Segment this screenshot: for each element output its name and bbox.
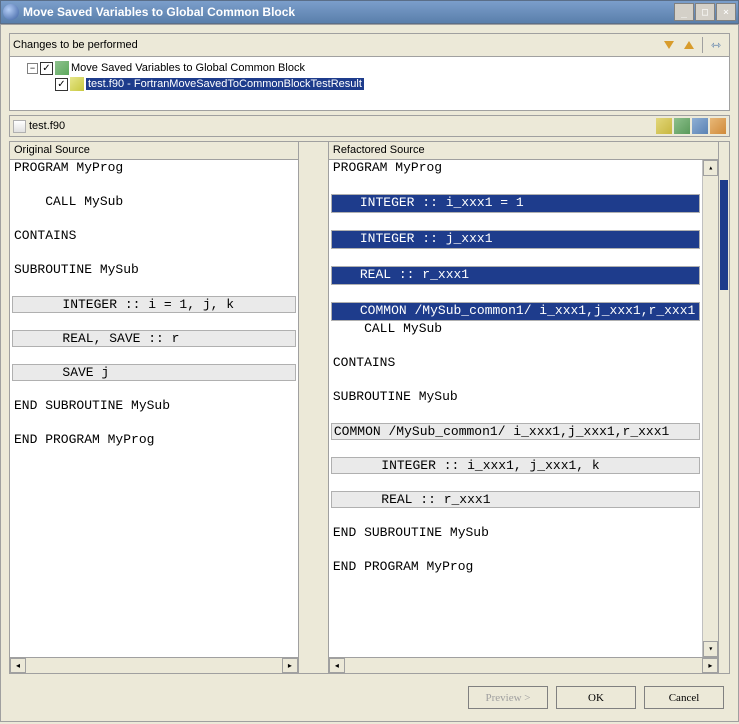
scroll-down-icon[interactable]: ▾ xyxy=(703,641,718,657)
close-button[interactable]: × xyxy=(716,3,736,21)
diff-block: INTEGER :: j_xxx1 xyxy=(331,230,700,249)
change-icon xyxy=(55,61,69,75)
compare-icon-2[interactable] xyxy=(674,118,690,134)
code-line: CALL MySub xyxy=(10,194,298,211)
compare-icon-1[interactable] xyxy=(656,118,672,134)
changes-heading: Changes to be performed xyxy=(13,39,659,51)
scroll-left-icon[interactable]: ◂ xyxy=(329,658,345,673)
scroll-up-icon[interactable]: ▴ xyxy=(703,160,718,176)
original-pane: Original Source PROGRAM MyProg CALL MySu… xyxy=(9,141,299,674)
changes-header: Changes to be performed xyxy=(10,34,729,56)
window-title: Move Saved Variables to Global Common Bl… xyxy=(23,5,674,19)
diff-block: COMMON /MySub_common1/ i_xxx1,j_xxx1,r_x… xyxy=(331,423,700,440)
diff-block: COMMON /MySub_common1/ i_xxx1,j_xxx1,r_x… xyxy=(331,302,700,321)
button-row: Preview > OK Cancel xyxy=(9,678,730,713)
scroll-right-icon[interactable]: ▸ xyxy=(702,658,718,673)
vertical-scrollbar[interactable]: ▴ ▾ xyxy=(702,160,718,657)
diff-block: REAL :: r_xxx1 xyxy=(331,266,700,285)
code-line: PROGRAM MyProg xyxy=(329,160,702,177)
diff-container: Original Source PROGRAM MyProg CALL MySu… xyxy=(9,141,730,674)
code-line: CONTAINS xyxy=(10,228,298,245)
code-line: CONTAINS xyxy=(329,355,702,372)
checkbox[interactable]: ✓ xyxy=(40,62,53,75)
diff-block: REAL :: r_xxx1 xyxy=(331,491,700,508)
code-line: SUBROUTINE MySub xyxy=(329,389,702,406)
diff-block: INTEGER :: i_xxx1 = 1 xyxy=(331,194,700,213)
tree-root-label: Move Saved Variables to Global Common Bl… xyxy=(71,62,305,74)
code-line: SUBROUTINE MySub xyxy=(10,262,298,279)
code-line: END SUBROUTINE MySub xyxy=(10,398,298,415)
compare-toolbar xyxy=(656,118,726,134)
code-line: END PROGRAM MyProg xyxy=(10,432,298,449)
compare-icon-4[interactable] xyxy=(710,118,726,134)
horizontal-scrollbar[interactable]: ◂ ▸ xyxy=(10,657,298,673)
expander-icon[interactable]: − xyxy=(27,63,38,74)
code-line: CALL MySub xyxy=(329,321,702,338)
cancel-button[interactable]: Cancel xyxy=(644,686,724,709)
refactored-pane: Refactored Source PROGRAM MyProg INTEGER… xyxy=(328,141,719,674)
tree-child-label: test.f90 - FortranMoveSavedToCommonBlock… xyxy=(86,78,364,90)
horizontal-scrollbar[interactable]: ◂ ▸ xyxy=(329,657,718,673)
file-tab-bar: test.f90 xyxy=(9,115,730,137)
code-line: END SUBROUTINE MySub xyxy=(329,525,702,542)
preview-button: Preview > xyxy=(468,686,548,709)
scroll-right-icon[interactable]: ▸ xyxy=(282,658,298,673)
window-controls: _ □ × xyxy=(674,3,736,21)
overview-ruler[interactable] xyxy=(719,141,730,674)
code-line: PROGRAM MyProg xyxy=(10,160,298,177)
file-icon xyxy=(70,77,84,91)
ok-button[interactable]: OK xyxy=(556,686,636,709)
title-bar: Move Saved Variables to Global Common Bl… xyxy=(0,0,739,24)
main-container: Changes to be performed − ✓ Move Saved V… xyxy=(0,24,739,722)
tree-root-row[interactable]: − ✓ Move Saved Variables to Global Commo… xyxy=(13,60,726,76)
scroll-left-icon[interactable]: ◂ xyxy=(10,658,26,673)
next-change-icon[interactable] xyxy=(660,36,678,54)
diff-block: REAL, SAVE :: r xyxy=(12,330,296,347)
file-name: test.f90 xyxy=(29,120,656,132)
maximize-button[interactable]: □ xyxy=(695,3,715,21)
checkbox[interactable]: ✓ xyxy=(55,78,68,91)
original-code[interactable]: PROGRAM MyProg CALL MySub CONTAINS SUBRO… xyxy=(10,160,298,657)
separator xyxy=(702,37,703,53)
code-line: END PROGRAM MyProg xyxy=(329,559,702,576)
diff-gutter xyxy=(299,141,328,674)
changes-panel: Changes to be performed − ✓ Move Saved V… xyxy=(9,33,730,111)
filter-icon[interactable] xyxy=(707,36,725,54)
changes-tree[interactable]: − ✓ Move Saved Variables to Global Commo… xyxy=(10,56,729,110)
previous-change-icon[interactable] xyxy=(680,36,698,54)
refactored-header: Refactored Source xyxy=(329,142,718,160)
original-header: Original Source xyxy=(10,142,298,160)
diff-block: INTEGER :: i = 1, j, k xyxy=(12,296,296,313)
refactored-code[interactable]: PROGRAM MyProg INTEGER :: i_xxx1 = 1 INT… xyxy=(329,160,718,657)
file-icon xyxy=(13,120,26,133)
app-icon xyxy=(3,4,19,20)
compare-icon-3[interactable] xyxy=(692,118,708,134)
diff-block: INTEGER :: i_xxx1, j_xxx1, k xyxy=(331,457,700,474)
diff-block: SAVE j xyxy=(12,364,296,381)
minimize-button[interactable]: _ xyxy=(674,3,694,21)
tree-child-row[interactable]: ✓ test.f90 - FortranMoveSavedToCommonBlo… xyxy=(13,76,726,92)
